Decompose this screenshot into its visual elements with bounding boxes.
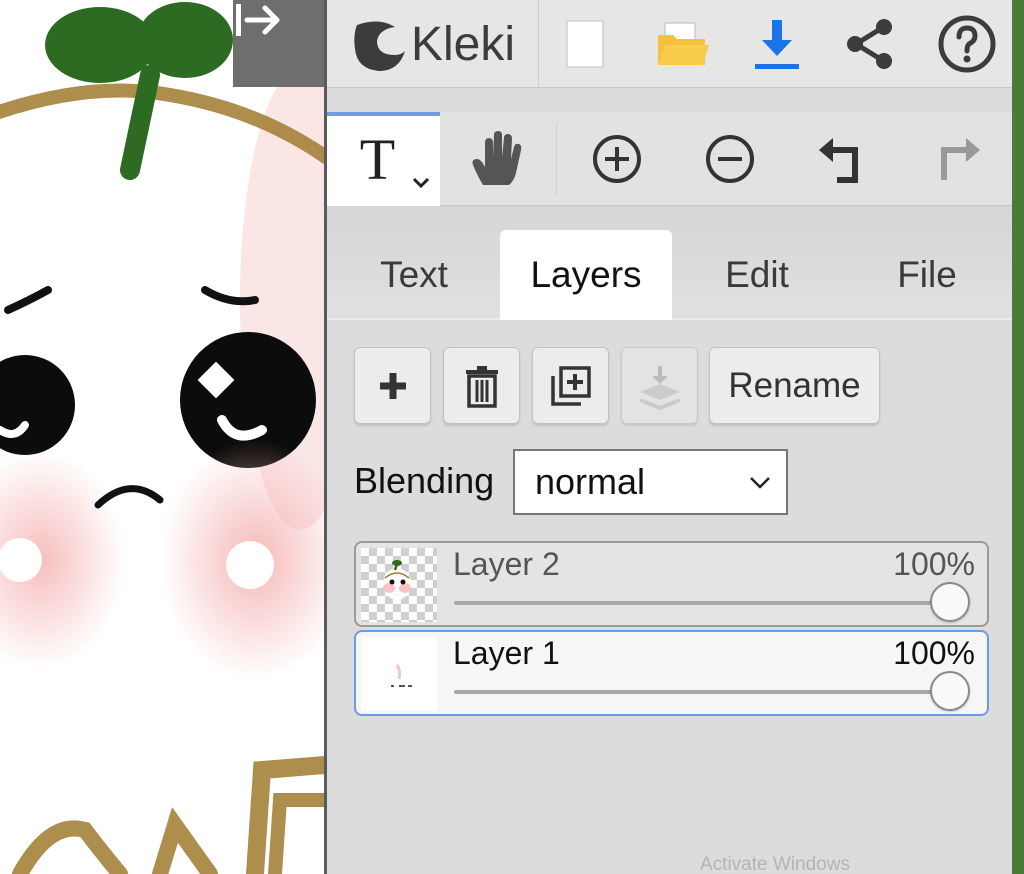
download-icon xyxy=(755,20,799,69)
chevron-down-icon[interactable] xyxy=(411,176,431,190)
help-icon xyxy=(938,15,996,73)
collapse-panel-icon xyxy=(236,4,280,36)
blending-mode-select[interactable]: normal xyxy=(513,449,788,515)
text-tool-icon: T xyxy=(359,126,396,192)
undo-icon xyxy=(819,138,858,183)
merge-down-button[interactable] xyxy=(621,347,698,424)
layer-item-selected[interactable]: Layer 1 100% xyxy=(354,630,989,716)
layer-thumbnail-art xyxy=(391,664,412,687)
opacity-slider[interactable] xyxy=(454,601,952,605)
opacity-slider-handle[interactable] xyxy=(930,582,970,622)
tab-text[interactable]: Text xyxy=(329,230,499,320)
tab-edit[interactable]: Edit xyxy=(672,230,842,320)
layer-name: Layer 1 xyxy=(453,635,560,671)
side-panel: Kleki T Text Layers Edit File Rename Ble… xyxy=(324,0,1012,874)
rename-layer-button[interactable]: Rename xyxy=(709,347,880,424)
panel-tabs: Text Layers Edit File xyxy=(327,206,1012,320)
share-icon xyxy=(847,19,892,69)
zoom-in-button[interactable] xyxy=(562,112,672,206)
zoom-out-button[interactable] xyxy=(675,112,785,206)
top-bar: Kleki xyxy=(327,0,1012,88)
zoom-out-icon xyxy=(706,135,754,183)
redo-icon xyxy=(941,138,980,180)
bar-spacer xyxy=(327,88,1012,112)
logo-text: Kleki xyxy=(411,17,516,71)
tab-layers[interactable]: Layers xyxy=(500,230,672,320)
layer-thumbnail xyxy=(361,548,437,622)
activate-windows-watermark: Activate Windows xyxy=(700,854,850,874)
share-button[interactable] xyxy=(840,12,900,76)
delete-layer-button[interactable] xyxy=(443,347,520,424)
open-file-button[interactable] xyxy=(652,12,712,76)
help-button[interactable] xyxy=(937,12,997,76)
opacity-slider-handle[interactable] xyxy=(930,671,970,711)
hand-tool-icon xyxy=(472,131,522,185)
new-document-icon xyxy=(566,20,604,68)
layer-thumbnail xyxy=(361,637,437,711)
kleki-logo-icon xyxy=(354,21,405,72)
tab-file[interactable]: File xyxy=(842,230,1012,320)
layer-name: Layer 2 xyxy=(453,546,560,582)
redo-button[interactable] xyxy=(901,112,1011,206)
toolbar-separator xyxy=(556,122,557,196)
merge-down-icon xyxy=(638,365,681,410)
chevron-down-icon xyxy=(750,477,770,489)
background-edge xyxy=(1012,0,1024,874)
tool-bar: T xyxy=(327,112,1012,206)
text-tool-button[interactable]: T xyxy=(327,112,440,206)
add-layer-button[interactable] xyxy=(354,347,431,424)
layer-thumbnail-art xyxy=(383,560,411,600)
download-button[interactable] xyxy=(747,12,807,76)
duplicate-icon xyxy=(550,365,591,406)
drawing-canvas[interactable] xyxy=(0,0,325,874)
zoom-in-icon xyxy=(593,135,641,183)
trash-icon xyxy=(465,365,498,408)
layer-opacity-value: 100% xyxy=(893,635,975,671)
plus-icon xyxy=(379,372,406,399)
collapse-panel-button[interactable] xyxy=(233,0,325,87)
blending-label: Blending xyxy=(354,460,495,501)
layer-item[interactable]: Layer 2 100% xyxy=(354,541,989,627)
blending-mode-value: normal xyxy=(535,461,646,502)
canvas-artwork xyxy=(0,2,325,874)
layer-opacity-value: 100% xyxy=(893,546,975,582)
duplicate-layer-button[interactable] xyxy=(532,347,609,424)
open-folder-icon xyxy=(658,22,709,65)
new-document-button[interactable] xyxy=(555,12,615,76)
layers-panel: Rename Blending normal Layer 2 100% Laye… xyxy=(327,320,1012,874)
kleki-logo[interactable]: Kleki xyxy=(327,0,539,88)
opacity-slider[interactable] xyxy=(454,690,952,694)
hand-tool-button[interactable] xyxy=(442,112,552,206)
undo-button[interactable] xyxy=(788,112,898,206)
